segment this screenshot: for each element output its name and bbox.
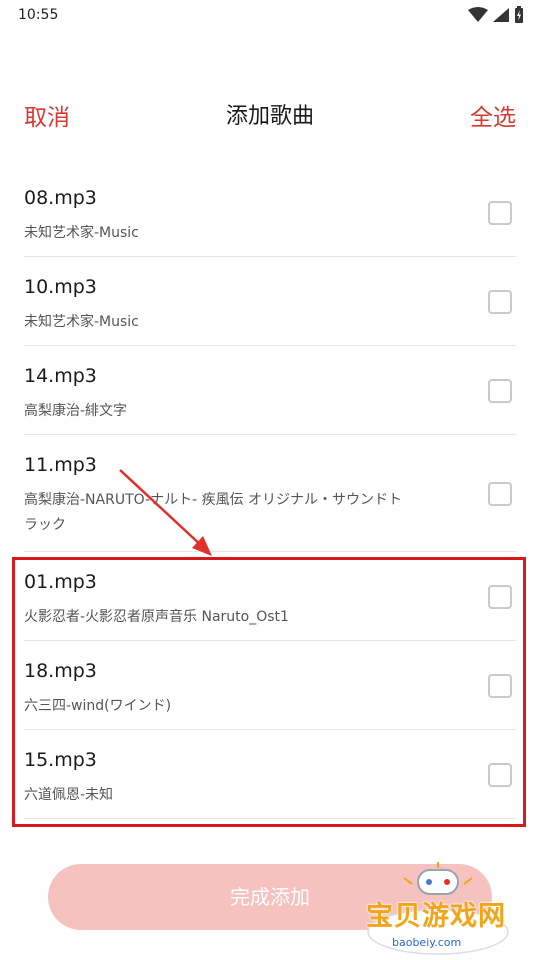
- song-name: 08.mp3: [24, 187, 97, 209]
- song-row[interactable]: 14.mp3 高梨康治-緋文字: [24, 346, 516, 435]
- song-name: 11.mp3: [24, 454, 97, 476]
- song-artist: 六道佩恩-未知: [24, 787, 114, 803]
- watermark-url: baobeiy.com: [392, 936, 462, 949]
- song-row[interactable]: 08.mp3 未知艺术家-Music: [24, 168, 516, 257]
- header: 取消 添加歌曲 全选: [0, 90, 540, 136]
- song-artist: 火影忍者-火影忍者原声音乐 Naruto_Ost1: [24, 609, 289, 625]
- song-row[interactable]: 15.mp3 六道佩恩-未知: [24, 730, 516, 819]
- status-time: 10:55: [18, 7, 59, 23]
- song-row[interactable]: 10.mp3 未知艺术家-Music: [24, 257, 516, 346]
- status-bar: 10:55: [0, 0, 540, 32]
- song-checkbox[interactable]: [488, 482, 512, 506]
- song-checkbox[interactable]: [488, 379, 512, 403]
- wifi-icon: [468, 7, 488, 22]
- song-artist: 未知艺术家-Music: [24, 225, 139, 241]
- battery-icon: [515, 6, 523, 23]
- song-name: 01.mp3: [24, 571, 97, 593]
- status-icons: [468, 6, 524, 24]
- song-artist: 未知艺术家-Music: [24, 314, 139, 330]
- song-artist: 六三四-wind(ワインド): [24, 698, 172, 714]
- song-name: 10.mp3: [24, 276, 97, 298]
- song-artist: 高梨康治-NARUTO-ナルト- 疾風伝 オリジナル・サウンドトラック: [24, 492, 403, 533]
- song-checkbox[interactable]: [488, 201, 512, 225]
- song-checkbox[interactable]: [488, 585, 512, 609]
- song-artist: 高梨康治-緋文字: [24, 403, 128, 419]
- song-list: 08.mp3 未知艺术家-Music 10.mp3 未知艺术家-Music 14…: [24, 168, 516, 819]
- select-all-button[interactable]: 全选: [470, 98, 516, 132]
- song-name: 14.mp3: [24, 365, 97, 387]
- page-title: 添加歌曲: [225, 104, 314, 129]
- song-checkbox[interactable]: [488, 763, 512, 787]
- song-name: 18.mp3: [24, 660, 97, 682]
- song-checkbox[interactable]: [488, 290, 512, 314]
- song-row[interactable]: 01.mp3 火影忍者-火影忍者原声音乐 Naruto_Ost1: [24, 552, 516, 641]
- song-row[interactable]: 11.mp3 高梨康治-NARUTO-ナルト- 疾風伝 オリジナル・サウンドトラ…: [24, 435, 516, 552]
- done-button[interactable]: 完成添加: [48, 864, 492, 930]
- signal-icon: [493, 8, 509, 22]
- song-checkbox[interactable]: [488, 674, 512, 698]
- song-row[interactable]: 18.mp3 六三四-wind(ワインド): [24, 641, 516, 730]
- song-name: 15.mp3: [24, 749, 97, 771]
